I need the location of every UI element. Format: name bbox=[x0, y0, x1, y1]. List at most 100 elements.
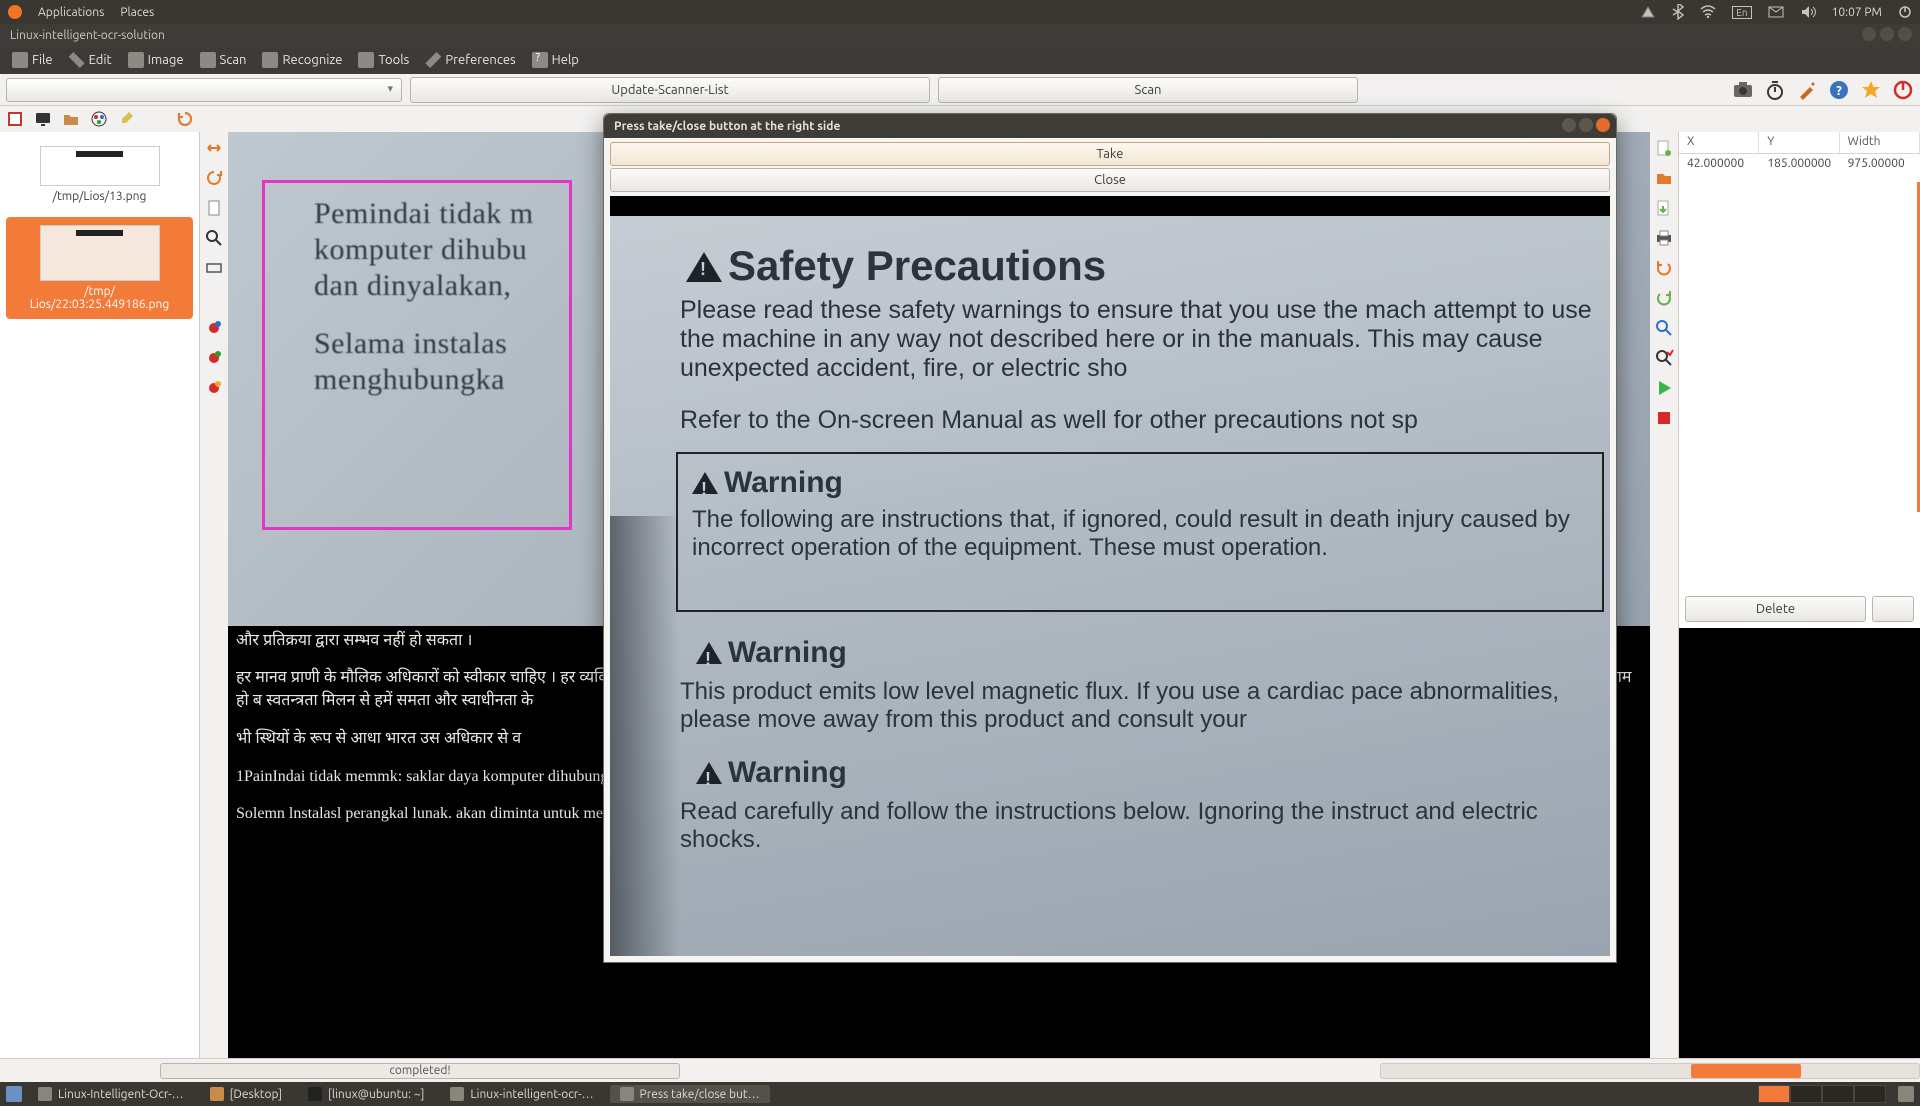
stop-icon[interactable] bbox=[1654, 408, 1674, 428]
scanner-select[interactable] bbox=[6, 78, 402, 102]
window-minimize-icon[interactable] bbox=[1862, 27, 1876, 41]
new-doc-icon[interactable] bbox=[1654, 138, 1674, 158]
col-x[interactable]: X bbox=[1679, 132, 1759, 153]
screenshot-icon[interactable] bbox=[1732, 79, 1754, 101]
preview-heading: Safety Precautions bbox=[686, 242, 1106, 290]
play-icon[interactable] bbox=[1654, 378, 1674, 398]
places-menu[interactable]: Places bbox=[120, 6, 154, 19]
update-scanner-list-button[interactable]: Update-Scanner-List bbox=[410, 77, 930, 103]
save-doc-icon[interactable] bbox=[1654, 198, 1674, 218]
take-button[interactable]: Take bbox=[610, 142, 1610, 166]
col-y[interactable]: Y bbox=[1759, 132, 1839, 153]
rotate-left-icon[interactable] bbox=[204, 168, 224, 188]
workspace-1[interactable] bbox=[1758, 1085, 1790, 1103]
record-blue-icon[interactable] bbox=[204, 378, 224, 398]
fit-width-icon[interactable] bbox=[204, 258, 224, 278]
update-scanner-list-label: Update-Scanner-List bbox=[611, 83, 728, 97]
thumbnail-path-line1: /tmp/ bbox=[14, 285, 185, 298]
menu-help[interactable]: Help bbox=[526, 50, 585, 70]
menu-file[interactable]: File bbox=[6, 50, 59, 70]
delete-adjacent-button[interactable] bbox=[1872, 596, 1914, 622]
viewer-tool-strip bbox=[200, 132, 228, 1058]
pdf-icon[interactable] bbox=[6, 110, 24, 128]
keyboard-layout-indicator[interactable]: En bbox=[1732, 6, 1751, 19]
thumbnail-item-active[interactable]: /tmp/ Lios/22:03:25.449186.png bbox=[6, 217, 193, 319]
folder-icon bbox=[210, 1087, 224, 1101]
toolbar-help-icon[interactable]: ? bbox=[1828, 79, 1850, 101]
preview-empty-area bbox=[1679, 628, 1920, 1058]
menu-preferences[interactable]: Preferences bbox=[419, 50, 521, 70]
image-icon bbox=[128, 52, 144, 68]
scan-button[interactable]: Scan bbox=[938, 77, 1358, 103]
window-close-icon[interactable] bbox=[1898, 27, 1912, 41]
scrollbar-thumb[interactable] bbox=[1691, 1064, 1801, 1078]
menu-scan[interactable]: Scan bbox=[194, 50, 253, 70]
menu-recognize[interactable]: Recognize bbox=[256, 50, 348, 70]
take-close-dialog[interactable]: Press take/close button at the right sid… bbox=[603, 113, 1617, 963]
workspace-3[interactable] bbox=[1822, 1085, 1854, 1103]
wifi-icon[interactable] bbox=[1700, 5, 1716, 19]
preview-warning-box: Warning The following are instructions t… bbox=[676, 452, 1604, 612]
folder-icon[interactable] bbox=[62, 110, 80, 128]
bluetooth-icon[interactable] bbox=[1672, 4, 1684, 20]
region-list-pane: X Y Width 42.000000 185.000000 975.00000… bbox=[1678, 132, 1920, 1058]
workspace-4[interactable] bbox=[1854, 1085, 1886, 1103]
task-label: [Desktop] bbox=[230, 1088, 282, 1101]
dialog-close-icon[interactable] bbox=[1596, 118, 1610, 132]
menu-edit[interactable]: Edit bbox=[63, 50, 118, 70]
task-terminal[interactable]: [linux@ubuntu: ~] bbox=[298, 1085, 434, 1103]
update-notifier-icon[interactable] bbox=[1640, 5, 1656, 19]
clock[interactable]: 10:07 PM bbox=[1832, 6, 1882, 19]
broom-icon[interactable] bbox=[118, 110, 136, 128]
menu-image[interactable]: Image bbox=[122, 50, 190, 70]
coord-x-value: 42.000000 bbox=[1679, 154, 1759, 176]
trash-icon[interactable] bbox=[1898, 1086, 1914, 1102]
applications-menu[interactable]: Applications bbox=[38, 6, 104, 19]
print-icon[interactable] bbox=[1654, 228, 1674, 248]
task-lios[interactable]: Linux-Intelligent-Ocr-… bbox=[28, 1085, 194, 1103]
take-button-label: Take bbox=[1097, 147, 1124, 161]
task-lios-2[interactable]: Linux-intelligent-ocr-… bbox=[440, 1085, 603, 1103]
timer-icon[interactable] bbox=[1764, 79, 1786, 101]
record-red-icon[interactable] bbox=[204, 318, 224, 338]
task-desktop[interactable]: [Desktop] bbox=[200, 1085, 292, 1103]
find-icon[interactable] bbox=[1654, 318, 1674, 338]
color-wheel-icon[interactable] bbox=[90, 110, 108, 128]
task-dialog[interactable]: Press take/close but… bbox=[610, 1085, 770, 1103]
ubuntu-logo-icon[interactable] bbox=[8, 5, 22, 19]
power-icon[interactable] bbox=[1898, 5, 1912, 19]
workspace-2[interactable] bbox=[1790, 1085, 1822, 1103]
volume-icon[interactable] bbox=[1800, 5, 1816, 19]
dialog-minimize-icon[interactable] bbox=[1562, 118, 1576, 132]
menu-tools[interactable]: Tools bbox=[352, 50, 415, 70]
scan-button-label: Scan bbox=[1135, 83, 1162, 97]
close-button[interactable]: Close bbox=[610, 168, 1610, 192]
flip-horizontal-icon[interactable] bbox=[204, 138, 224, 158]
record-green-icon[interactable] bbox=[204, 348, 224, 368]
dialog-maximize-icon[interactable] bbox=[1579, 118, 1593, 132]
thumbnail-path-line2: Lios/22:03:25.449186.png bbox=[14, 298, 185, 311]
undo-icon[interactable] bbox=[1654, 258, 1674, 278]
coord-row[interactable]: 42.000000 185.000000 975.00000 bbox=[1679, 154, 1920, 176]
delete-button[interactable]: Delete bbox=[1685, 596, 1866, 622]
redo-icon[interactable] bbox=[1654, 288, 1674, 308]
thumbnail-item[interactable]: /tmp/Lios/13.png bbox=[6, 138, 193, 211]
mail-icon[interactable] bbox=[1768, 6, 1784, 18]
dialog-titlebar[interactable]: Press take/close button at the right sid… bbox=[604, 114, 1616, 138]
show-desktop-icon[interactable] bbox=[6, 1086, 22, 1102]
window-titlebar[interactable]: Linux-intelligent-ocr-solution bbox=[0, 24, 1920, 46]
zoom-icon[interactable] bbox=[204, 228, 224, 248]
window-maximize-icon[interactable] bbox=[1880, 27, 1894, 41]
col-width[interactable]: Width bbox=[1840, 132, 1920, 153]
workspace-switcher[interactable] bbox=[1758, 1085, 1886, 1103]
document-icon[interactable] bbox=[204, 198, 224, 218]
rotate-right-icon[interactable] bbox=[176, 110, 194, 128]
settings-tools-icon[interactable] bbox=[1796, 79, 1818, 101]
open-doc-icon[interactable] bbox=[1654, 168, 1674, 188]
horizontal-scrollbar[interactable] bbox=[1380, 1063, 1920, 1079]
spellcheck-icon[interactable] bbox=[1654, 348, 1674, 368]
power-quit-icon[interactable] bbox=[1892, 79, 1914, 101]
preferences-icon bbox=[425, 52, 441, 68]
star-icon[interactable] bbox=[1860, 79, 1882, 101]
display-icon[interactable] bbox=[34, 110, 52, 128]
